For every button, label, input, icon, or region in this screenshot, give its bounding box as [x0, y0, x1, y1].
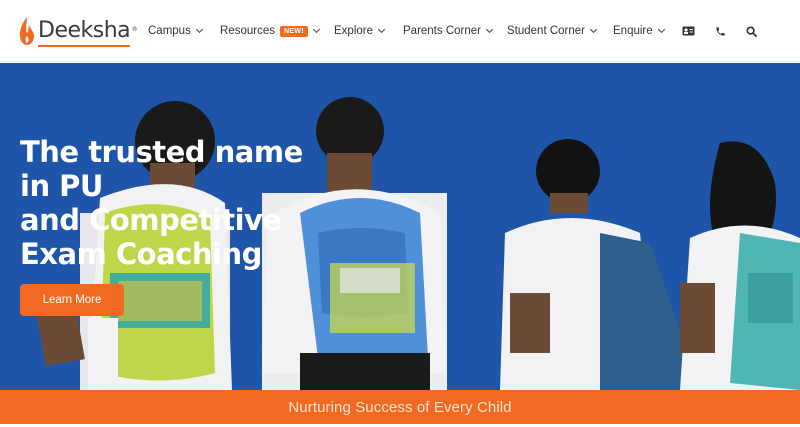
hero-headline-line: The trusted name	[20, 135, 303, 169]
chevron-down-icon	[195, 25, 203, 34]
nav-resources[interactable]: Resources NEW!	[220, 19, 320, 43]
nav-explore[interactable]: Explore	[334, 19, 386, 43]
chevron-down-icon	[657, 25, 665, 34]
nav-campus[interactable]: Campus	[148, 19, 203, 43]
nav-resources-label: Resources	[220, 25, 275, 37]
learn-more-button[interactable]: Learn More	[20, 284, 124, 316]
nav-student-corner[interactable]: Student Corner	[507, 19, 598, 43]
search-icon[interactable]	[743, 23, 759, 39]
new-badge: NEW!	[279, 25, 308, 37]
hero-banner: The trusted name in PU and Competitive E…	[0, 63, 800, 390]
chevron-down-icon	[485, 25, 494, 34]
nav-enquire-label: Enquire	[613, 25, 653, 37]
hero-headline-line: and Competitive	[20, 203, 282, 237]
logo-wordmark: Deeksha ®	[38, 18, 138, 47]
chevron-down-icon	[377, 25, 386, 34]
chevron-down-icon	[589, 25, 598, 34]
student-figure	[500, 139, 700, 390]
site-header: Deeksha ® Campus Resources NEW! Explore P…	[0, 0, 800, 62]
chevron-down-icon	[312, 25, 320, 34]
tagline-text: Nurturing Success of Every Child	[288, 398, 512, 416]
student-figure	[680, 141, 800, 390]
id-card-icon[interactable]	[680, 23, 696, 39]
flame-icon	[20, 17, 34, 45]
nav-explore-label: Explore	[334, 25, 373, 37]
hero-headline: The trusted name in PU and Competitive E…	[20, 135, 350, 271]
nav-parents-corner[interactable]: Parents Corner	[403, 19, 494, 43]
nav-enquire[interactable]: Enquire	[613, 19, 665, 43]
tagline-strip: Nurturing Success of Every Child	[0, 390, 800, 424]
hero-headline-line: Exam Coaching	[20, 237, 262, 271]
hero-headline-line: in PU	[20, 169, 104, 203]
phone-icon[interactable]	[712, 23, 728, 39]
nav-campus-label: Campus	[148, 25, 191, 37]
deeksha-logo[interactable]: Deeksha ®	[18, 14, 138, 48]
nav-student-corner-label: Student Corner	[507, 25, 585, 37]
nav-parents-corner-label: Parents Corner	[403, 25, 481, 37]
